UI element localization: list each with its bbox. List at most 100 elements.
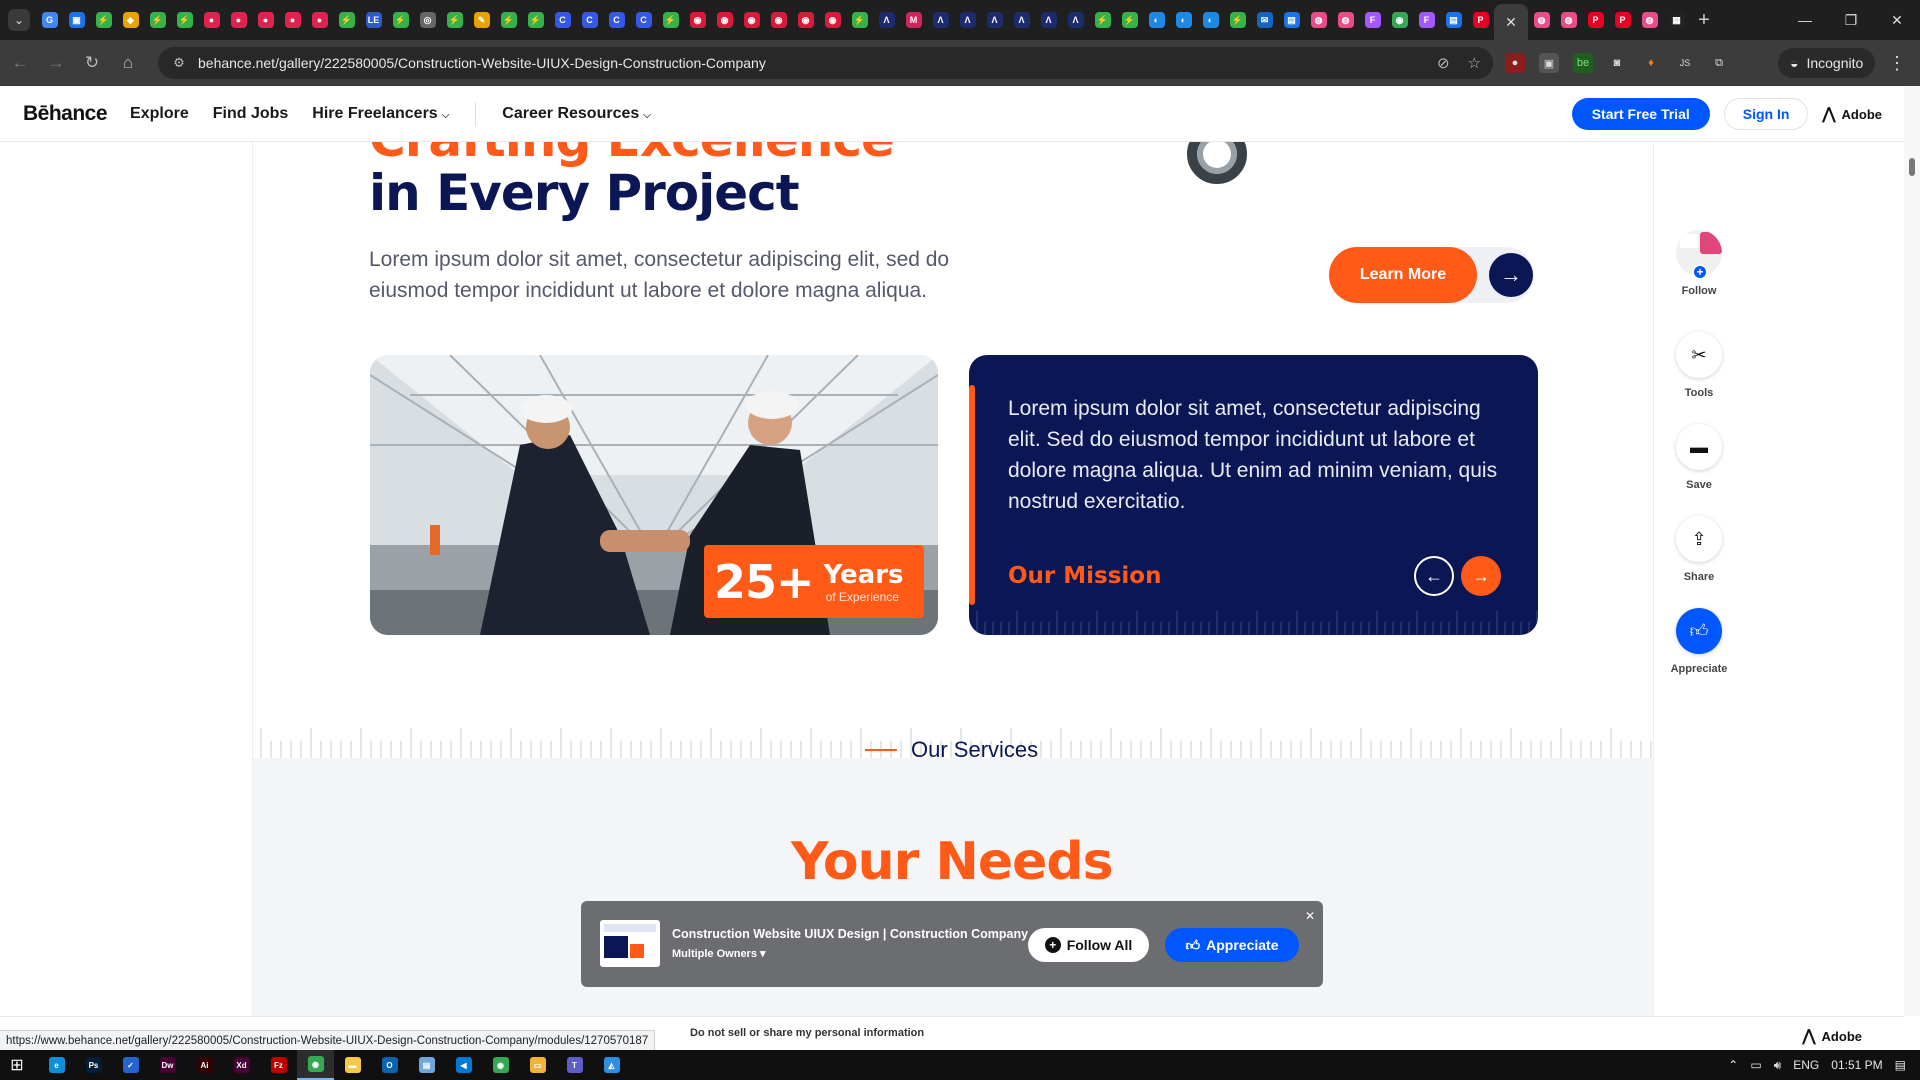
photoshop-app[interactable]: Ps [75,1050,112,1080]
tools-item[interactable]: ✂ Tools [1676,332,1722,399]
browser-tab[interactable]: ◉ [684,4,711,36]
tab-search-button[interactable]: ⌄ [8,9,30,31]
eye-off-icon[interactable]: ⊘ [1437,54,1450,72]
browser-tab[interactable]: ✉ [1251,4,1278,36]
browser-tab[interactable]: ⚡ [1116,4,1143,36]
thumbs-up-icon[interactable]: 👍︎ [1676,608,1722,654]
arrow-left-icon[interactable]: ← [1414,556,1454,596]
sticky-notes-app[interactable]: ▬ [334,1050,371,1080]
address-bar[interactable]: ⚙ behance.net/gallery/222580005/Construc… [158,47,1493,79]
scroll-thumb[interactable] [1909,158,1915,176]
browser-tab[interactable]: ● [306,4,333,36]
camera-icon[interactable]: ◙ [1607,53,1627,73]
browser-tab[interactable]: ▤ [1440,4,1467,36]
url-text[interactable]: behance.net/gallery/222580005/Constructi… [198,55,766,71]
nav-find-jobs[interactable]: Find Jobs [213,105,289,123]
browser-tab[interactable]: ▣ [63,4,90,36]
browser-tab[interactable]: ✎ [468,4,495,36]
forward-button[interactable]: → [40,47,72,79]
browser-tab[interactable]: ◉ [711,4,738,36]
browser-tab[interactable]: C [630,4,657,36]
browser-tab[interactable]: ◍ [1528,4,1555,36]
notepad-app[interactable]: ▤ [408,1050,445,1080]
browser-tab[interactable]: ◍ [1332,4,1359,36]
notification-icon[interactable]: ▤ [1895,1058,1906,1072]
browser-tab[interactable]: C [549,4,576,36]
language-indicator[interactable]: ENG [1793,1058,1819,1072]
browser-tab[interactable]: ◐ [1143,4,1170,36]
browser-tab[interactable]: ⚡ [171,4,198,36]
xd-app[interactable]: Xd [223,1050,260,1080]
browser-tab[interactable]: C [603,4,630,36]
browser-tab[interactable]: M [900,4,927,36]
volume-icon[interactable]: 🔊︎ [1774,1058,1782,1073]
behance-logo[interactable]: Bēhance [23,102,108,126]
browser-tab[interactable]: LE [360,4,387,36]
page-scrollbar[interactable] [1904,86,1920,1016]
browser-tab[interactable]: ● [279,4,306,36]
browser-tab[interactable]: Λ [927,4,954,36]
puzzle-icon[interactable]: ⧉ [1709,53,1729,73]
dreamweaver-app[interactable]: Dw [149,1050,186,1080]
back-button[interactable]: ← [4,47,36,79]
nav-hire-freelancers[interactable]: Hire Freelancers ⌵ [312,105,449,123]
browser-tab[interactable]: ◍ [1555,4,1582,36]
new-tab-icon[interactable]: + [1690,9,1718,32]
explorer-app[interactable]: ▭ [519,1050,556,1080]
browser-tab[interactable]: ◍ [1305,4,1332,36]
browser-tab[interactable]: Λ [1062,4,1089,36]
chrome-app[interactable]: ◉ [482,1050,519,1080]
arrow-right-icon[interactable]: → [1461,556,1501,596]
start-free-trial-button[interactable]: Start Free Trial [1571,98,1710,130]
extension-icon[interactable]: ♦ [1641,53,1661,73]
edge-app[interactable]: e [38,1050,75,1080]
site-info-icon[interactable]: ⚙ [164,55,194,71]
browser-tab[interactable]: ⚡ [522,4,549,36]
browser-tab[interactable]: Λ [954,4,981,36]
chrome-app[interactable]: ◉ [297,1050,334,1080]
browser-tab[interactable]: ⚡ [441,4,468,36]
browser-tab[interactable]: ◍ [1636,4,1663,36]
windows-start-icon[interactable]: ⊞ [0,1055,34,1075]
browser-tab[interactable]: F [1359,4,1386,36]
minimize-button[interactable]: — [1782,0,1828,40]
browser-tab[interactable]: C [576,4,603,36]
browser-tab[interactable]: ▦ [1663,4,1690,36]
browser-tab[interactable]: ⚡ [1089,4,1116,36]
js-extension-icon[interactable]: JS [1675,53,1695,73]
browser-tab[interactable]: ⚡ [495,4,522,36]
browser-tab[interactable]: P [1609,4,1636,36]
share-item[interactable]: ⇪ Share [1676,516,1722,583]
photos-app[interactable]: ◭ [593,1050,630,1080]
browser-tab[interactable]: ◉ [738,4,765,36]
browser-tab[interactable]: ⚡ [387,4,414,36]
browser-tab[interactable]: ● [198,4,225,36]
plus-icon[interactable]: + [1692,264,1708,280]
browser-tab[interactable]: ● [225,4,252,36]
browser-tab[interactable]: ▤ [1278,4,1305,36]
vscode-app[interactable]: ◀ [445,1050,482,1080]
teams-app[interactable]: T [556,1050,593,1080]
network-icon[interactable]: ▭ [1750,1058,1761,1072]
privacy-link[interactable]: Do not sell or share my personal informa… [690,1027,924,1039]
browser-tab[interactable]: G [36,4,63,36]
browser-tab[interactable]: ⚡ [1224,4,1251,36]
illustrator-app[interactable]: Ai [186,1050,223,1080]
browser-tab[interactable]: Λ [1035,4,1062,36]
browser-tab[interactable]: Λ [981,4,1008,36]
nav-career-resources[interactable]: Career Resources ⌵ [502,105,651,123]
share-icon[interactable]: ⇪ [1676,516,1722,562]
browser-tab[interactable]: ⚡ [144,4,171,36]
browser-tab[interactable]: F [1413,4,1440,36]
browser-tab[interactable]: P [1582,4,1609,36]
folder-icon[interactable]: ▬ [1676,424,1722,470]
sign-in-button[interactable]: Sign In [1723,98,1809,130]
home-button[interactable]: ⌂ [112,47,144,79]
filezilla-app[interactable]: Fz [260,1050,297,1080]
learn-more-button[interactable]: Learn More [1329,247,1477,303]
todo-app[interactable]: ✓ [112,1050,149,1080]
browser-tab[interactable]: ◉ [765,4,792,36]
browser-tab[interactable]: ◉ [819,4,846,36]
close-icon[interactable]: ✕ [1305,909,1315,923]
browser-tab[interactable]: ◐ [1170,4,1197,36]
